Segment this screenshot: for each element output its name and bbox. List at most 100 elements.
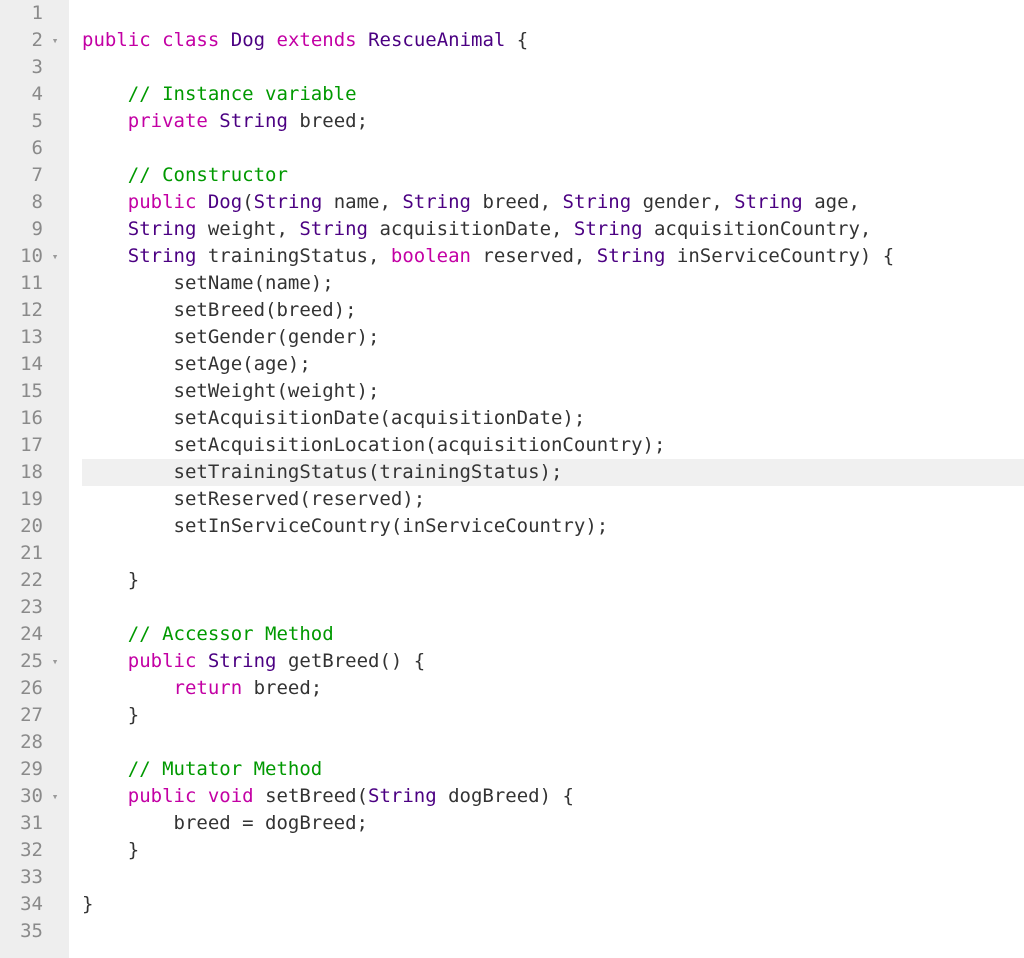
code-line[interactable]: setAcquisitionLocation(acquisitionCountr… bbox=[82, 432, 1024, 459]
code-editor[interactable]: 12▾345678910▾111213141516171819202122232… bbox=[0, 0, 1024, 958]
code-line[interactable]: String weight, String acquisitionDate, S… bbox=[82, 216, 1024, 243]
line-number: 13 bbox=[0, 324, 65, 351]
token-pln: dogBreed) { bbox=[437, 785, 574, 807]
token-pln: acquisitionDate, bbox=[368, 218, 574, 240]
line-number: 23 bbox=[0, 594, 65, 621]
line-number-label: 5 bbox=[32, 108, 49, 135]
line-number-label: 29 bbox=[20, 756, 49, 783]
code-line[interactable] bbox=[82, 918, 1024, 945]
line-number: 1 bbox=[0, 0, 65, 27]
line-number-label: 7 bbox=[32, 162, 49, 189]
token-type: String bbox=[254, 191, 323, 213]
code-line[interactable]: setName(name); bbox=[82, 270, 1024, 297]
code-line[interactable]: public Dog(String name, String breed, St… bbox=[82, 189, 1024, 216]
line-number-label: 26 bbox=[20, 675, 49, 702]
line-number-label: 17 bbox=[20, 432, 49, 459]
token-type: String bbox=[563, 191, 632, 213]
token-pln: acquisitionCountry, bbox=[643, 218, 872, 240]
token-pln: reserved, bbox=[471, 245, 597, 267]
token-pln: ( bbox=[242, 191, 253, 213]
code-line[interactable] bbox=[82, 0, 1024, 27]
token-pln: breed = dogBreed; bbox=[82, 812, 368, 834]
code-line[interactable] bbox=[82, 135, 1024, 162]
code-line[interactable]: setReserved(reserved); bbox=[82, 486, 1024, 513]
code-area[interactable]: public class Dog extends RescueAnimal { … bbox=[70, 0, 1024, 958]
fold-toggle-icon[interactable]: ▾ bbox=[49, 243, 61, 270]
line-number-label: 24 bbox=[20, 621, 49, 648]
line-number: 11 bbox=[0, 270, 65, 297]
token-pln: setInServiceCountry(inServiceCountry); bbox=[82, 515, 608, 537]
line-number: 12 bbox=[0, 297, 65, 324]
line-number-label: 12 bbox=[20, 297, 49, 324]
token-pln bbox=[196, 785, 207, 807]
code-line[interactable] bbox=[82, 540, 1024, 567]
token-type: String bbox=[597, 245, 666, 267]
line-number: 30▾ bbox=[0, 783, 65, 810]
line-number: 10▾ bbox=[0, 243, 65, 270]
token-type: String bbox=[299, 218, 368, 240]
line-number: 29 bbox=[0, 756, 65, 783]
code-line[interactable]: } bbox=[82, 702, 1024, 729]
code-line[interactable]: // Instance variable bbox=[82, 81, 1024, 108]
code-line[interactable]: // Mutator Method bbox=[82, 756, 1024, 783]
line-number-label: 11 bbox=[20, 270, 49, 297]
code-line[interactable]: private String breed; bbox=[82, 108, 1024, 135]
code-line[interactable]: } bbox=[82, 891, 1024, 918]
line-number-label: 35 bbox=[20, 918, 49, 945]
token-type: String bbox=[368, 785, 437, 807]
token-pln: } bbox=[82, 569, 139, 591]
line-number-label: 13 bbox=[20, 324, 49, 351]
token-pln bbox=[196, 191, 207, 213]
line-number: 34 bbox=[0, 891, 65, 918]
token-pln bbox=[82, 758, 128, 780]
token-type: String bbox=[128, 218, 197, 240]
line-number-label: 1 bbox=[32, 0, 49, 27]
line-number: 14 bbox=[0, 351, 65, 378]
line-number-label: 20 bbox=[20, 513, 49, 540]
code-line[interactable] bbox=[82, 54, 1024, 81]
line-number: 7 bbox=[0, 162, 65, 189]
code-line[interactable]: } bbox=[82, 837, 1024, 864]
token-kw: return bbox=[174, 677, 243, 699]
token-kw: public bbox=[82, 29, 151, 51]
line-number: 5 bbox=[0, 108, 65, 135]
code-line[interactable]: // Accessor Method bbox=[82, 621, 1024, 648]
token-kw: public bbox=[128, 191, 197, 213]
token-pln: breed; bbox=[288, 110, 368, 132]
code-line[interactable] bbox=[82, 594, 1024, 621]
token-pln bbox=[265, 29, 276, 51]
code-line[interactable]: setGender(gender); bbox=[82, 324, 1024, 351]
code-line[interactable]: setAcquisitionDate(acquisitionDate); bbox=[82, 405, 1024, 432]
line-number-label: 22 bbox=[20, 567, 49, 594]
code-line[interactable] bbox=[82, 729, 1024, 756]
code-line[interactable]: setInServiceCountry(inServiceCountry); bbox=[82, 513, 1024, 540]
fold-toggle-icon[interactable]: ▾ bbox=[49, 648, 61, 675]
code-line[interactable]: setBreed(breed); bbox=[82, 297, 1024, 324]
line-number-label: 28 bbox=[20, 729, 49, 756]
token-pln: } bbox=[82, 839, 139, 861]
code-line[interactable]: return breed; bbox=[82, 675, 1024, 702]
code-line[interactable]: breed = dogBreed; bbox=[82, 810, 1024, 837]
line-number-gutter: 12▾345678910▾111213141516171819202122232… bbox=[0, 0, 70, 958]
line-number: 18 bbox=[0, 459, 65, 486]
code-line[interactable]: // Constructor bbox=[82, 162, 1024, 189]
code-line[interactable]: String trainingStatus, boolean reserved,… bbox=[82, 243, 1024, 270]
code-line[interactable]: public String getBreed() { bbox=[82, 648, 1024, 675]
code-line[interactable]: public class Dog extends RescueAnimal { bbox=[82, 27, 1024, 54]
line-number-label: 21 bbox=[20, 540, 49, 567]
code-line[interactable]: setTrainingStatus(trainingStatus); bbox=[82, 459, 1024, 486]
code-line[interactable]: } bbox=[82, 567, 1024, 594]
token-pln: weight, bbox=[196, 218, 299, 240]
token-type: String bbox=[208, 650, 277, 672]
token-pln bbox=[82, 650, 128, 672]
fold-toggle-icon[interactable]: ▾ bbox=[49, 27, 61, 54]
line-number: 4 bbox=[0, 81, 65, 108]
token-pln bbox=[82, 245, 128, 267]
line-number-label: 14 bbox=[20, 351, 49, 378]
code-line[interactable]: setAge(age); bbox=[82, 351, 1024, 378]
line-number-label: 34 bbox=[20, 891, 49, 918]
fold-toggle-icon[interactable]: ▾ bbox=[49, 783, 61, 810]
code-line[interactable] bbox=[82, 864, 1024, 891]
code-line[interactable]: setWeight(weight); bbox=[82, 378, 1024, 405]
code-line[interactable]: public void setBreed(String dogBreed) { bbox=[82, 783, 1024, 810]
